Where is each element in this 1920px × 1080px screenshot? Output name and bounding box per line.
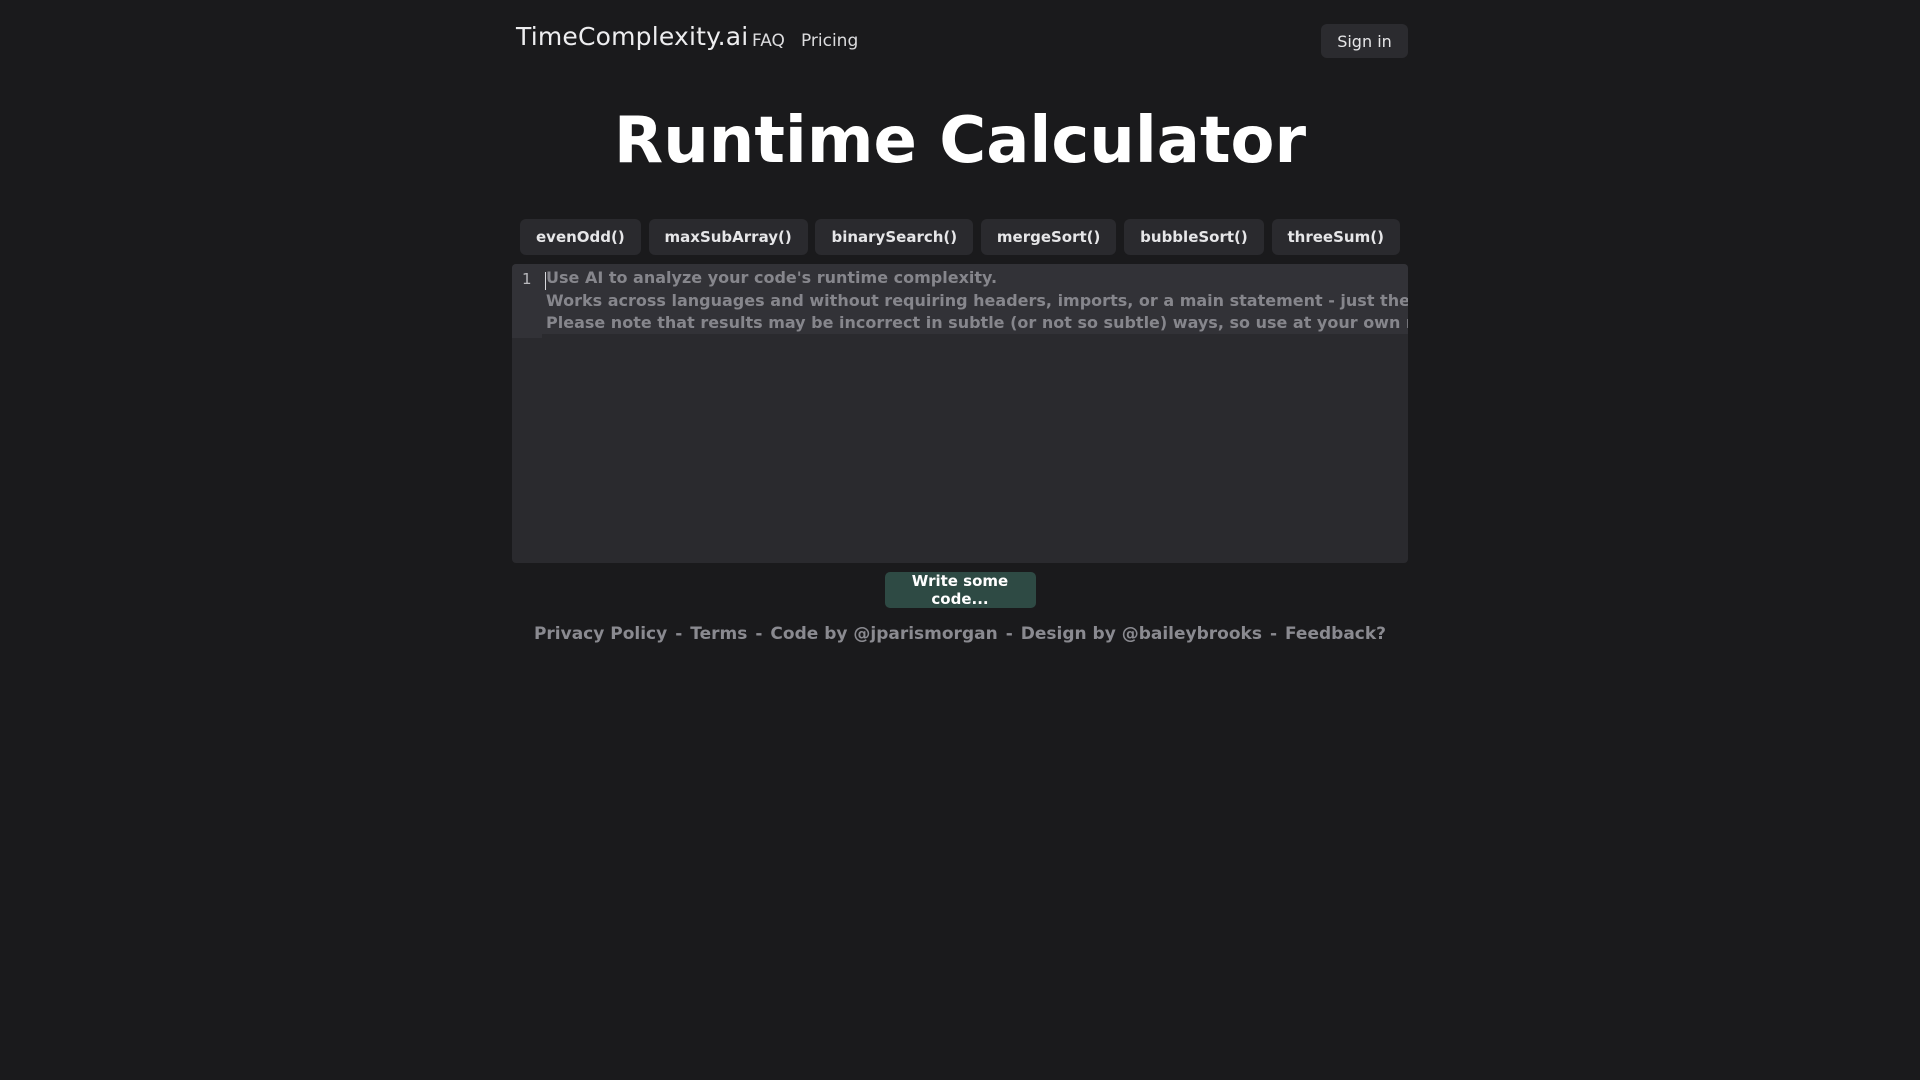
brand-logo[interactable]: TimeComplexity.ai	[516, 22, 748, 51]
example-even-odd-button[interactable]: evenOdd()	[520, 219, 641, 255]
example-bubble-sort-button[interactable]: bubbleSort()	[1124, 219, 1264, 255]
example-buttons: evenOdd() maxSubArray() binarySearch() m…	[512, 219, 1408, 255]
placeholder-line: Works across languages and without requi…	[546, 290, 1408, 310]
footer-separator: -	[675, 624, 683, 644]
nav-faq[interactable]: FAQ	[752, 31, 785, 51]
footer-feedback-link[interactable]: Feedback?	[1285, 624, 1386, 644]
editor-placeholder: Use AI to analyze your code's runtime co…	[546, 267, 1408, 335]
footer-separator: -	[755, 624, 763, 644]
footer-code-by-link[interactable]: Code by @jparismorgan	[770, 624, 997, 644]
analyze-submit-button[interactable]: Write some code...	[884, 572, 1036, 608]
footer-terms-link[interactable]: Terms	[690, 624, 747, 644]
placeholder-line: Please note that results may be incorrec…	[546, 313, 1408, 332]
footer-design-by-link[interactable]: Design by @baileybrooks	[1021, 624, 1262, 644]
line-number: 1	[522, 270, 532, 288]
sign-in-button[interactable]: Sign in	[1321, 24, 1408, 58]
footer-separator: -	[1005, 624, 1013, 644]
footer-privacy-policy-link[interactable]: Privacy Policy	[534, 624, 667, 644]
submit-wrapper: Write some code...	[512, 572, 1408, 608]
main-container: TimeComplexity.ai FAQ Pricing Sign in Ru…	[512, 0, 1408, 644]
placeholder-line: Use AI to analyze your code's runtime co…	[546, 268, 998, 287]
nav-pricing[interactable]: Pricing	[801, 31, 858, 51]
example-merge-sort-button[interactable]: mergeSort()	[980, 219, 1117, 255]
example-max-sub-array-button[interactable]: maxSubArray()	[648, 219, 808, 255]
footer: Privacy Policy - Terms - Code by @jparismorg…	[512, 624, 1408, 644]
example-three-sum-button[interactable]: threeSum()	[1271, 219, 1400, 255]
example-binary-search-button[interactable]: binarySearch()	[815, 219, 974, 255]
page: TimeComplexity.ai FAQ Pricing Sign in Ru…	[0, 0, 1920, 1080]
footer-separator: -	[1269, 624, 1277, 644]
code-editor[interactable]: 1 Use AI to analyze your code's runtime …	[512, 264, 1408, 563]
header: TimeComplexity.ai FAQ Pricing Sign in	[512, 0, 1408, 82]
top-nav: FAQ Pricing	[752, 31, 858, 51]
page-title: Runtime Calculator	[613, 104, 1307, 178]
